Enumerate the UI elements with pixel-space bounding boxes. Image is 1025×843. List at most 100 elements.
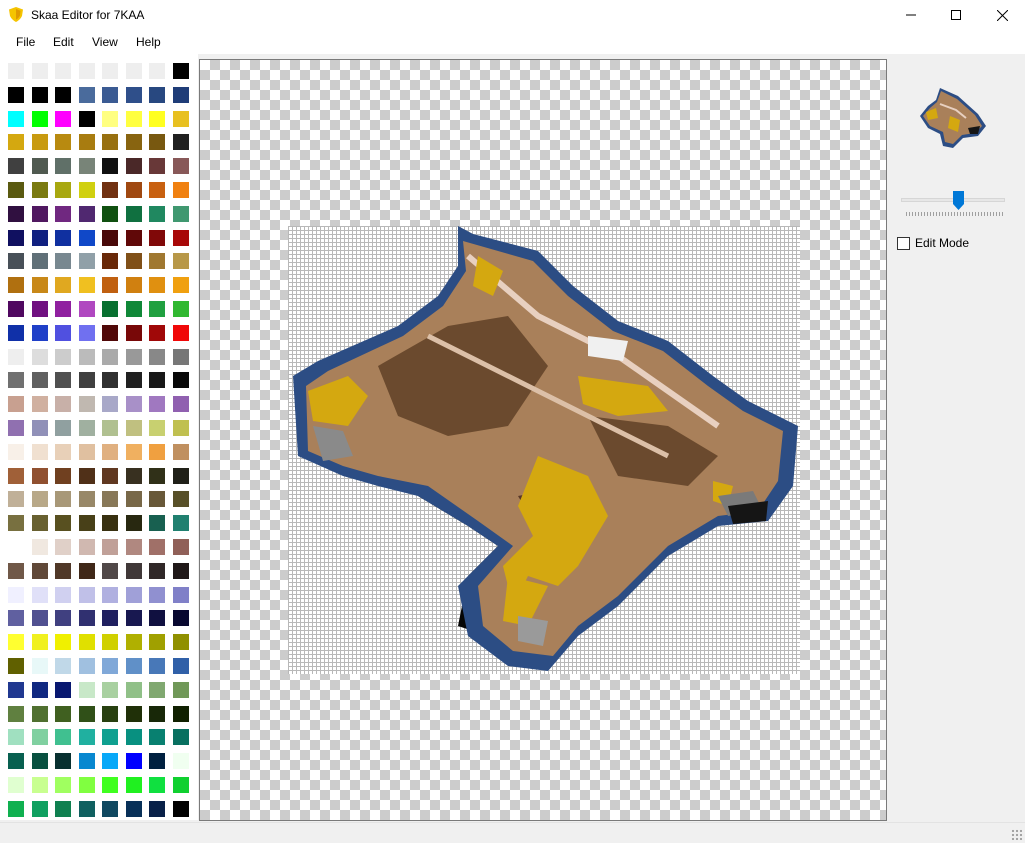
palette-swatch[interactable]: [172, 158, 189, 175]
palette-swatch[interactable]: [172, 800, 189, 817]
palette-swatch[interactable]: [125, 634, 142, 651]
palette-swatch[interactable]: [125, 658, 142, 674]
palette-swatch[interactable]: [55, 301, 71, 317]
palette-swatch[interactable]: [55, 134, 71, 151]
palette-swatch[interactable]: [149, 800, 165, 817]
palette-swatch[interactable]: [78, 539, 95, 555]
palette-swatch[interactable]: [78, 324, 95, 341]
palette-swatch[interactable]: [78, 253, 95, 270]
palette-swatch[interactable]: [78, 182, 95, 198]
palette-swatch[interactable]: [125, 586, 142, 603]
palette-swatch[interactable]: [55, 705, 71, 722]
palette-swatch[interactable]: [125, 610, 142, 627]
palette-swatch[interactable]: [125, 800, 142, 817]
palette-swatch[interactable]: [172, 301, 189, 317]
palette-swatch[interactable]: [31, 705, 48, 722]
palette-swatch[interactable]: [55, 182, 71, 198]
palette-swatch[interactable]: [149, 515, 165, 532]
palette-swatch[interactable]: [102, 443, 118, 460]
palette-swatch[interactable]: [31, 277, 48, 294]
palette-swatch[interactable]: [31, 229, 48, 246]
palette-swatch[interactable]: [78, 86, 95, 103]
palette-swatch[interactable]: [172, 610, 189, 627]
palette-swatch[interactable]: [125, 158, 142, 175]
palette-swatch[interactable]: [149, 110, 165, 127]
palette-swatch[interactable]: [102, 491, 118, 508]
edit-mode-checkbox[interactable]: [897, 237, 910, 250]
palette-swatch[interactable]: [149, 658, 165, 674]
palette-swatch[interactable]: [149, 348, 165, 365]
palette-swatch[interactable]: [55, 467, 71, 484]
palette-swatch[interactable]: [78, 681, 95, 698]
palette-swatch[interactable]: [172, 443, 189, 460]
palette-swatch[interactable]: [55, 800, 71, 817]
palette-swatch[interactable]: [149, 253, 165, 270]
palette-swatch[interactable]: [78, 634, 95, 651]
palette-swatch[interactable]: [8, 420, 24, 436]
palette-swatch[interactable]: [31, 491, 48, 508]
palette-swatch[interactable]: [8, 658, 24, 674]
palette-swatch[interactable]: [8, 610, 24, 627]
palette-swatch[interactable]: [55, 753, 71, 770]
palette-swatch[interactable]: [149, 86, 165, 103]
palette-swatch[interactable]: [8, 753, 24, 770]
palette-swatch[interactable]: [31, 777, 48, 793]
palette-swatch[interactable]: [149, 182, 165, 198]
palette-swatch[interactable]: [172, 182, 189, 198]
palette-swatch[interactable]: [149, 63, 165, 79]
palette-swatch[interactable]: [149, 277, 165, 294]
palette-swatch[interactable]: [149, 301, 165, 317]
palette-swatch[interactable]: [172, 205, 189, 222]
palette-swatch[interactable]: [125, 420, 142, 436]
palette-swatch[interactable]: [55, 372, 71, 389]
palette-swatch[interactable]: [125, 372, 142, 389]
palette-swatch[interactable]: [55, 348, 71, 365]
palette-swatch[interactable]: [55, 681, 71, 698]
palette-swatch[interactable]: [78, 467, 95, 484]
palette-swatch[interactable]: [78, 491, 95, 508]
palette-swatch[interactable]: [102, 253, 118, 270]
palette-swatch[interactable]: [78, 110, 95, 127]
palette-swatch[interactable]: [55, 443, 71, 460]
palette-swatch[interactable]: [31, 396, 48, 413]
palette-swatch[interactable]: [78, 396, 95, 413]
palette-swatch[interactable]: [8, 586, 24, 603]
palette-swatch[interactable]: [8, 729, 24, 746]
palette-swatch[interactable]: [172, 586, 189, 603]
palette-swatch[interactable]: [149, 586, 165, 603]
palette-swatch[interactable]: [125, 86, 142, 103]
palette-swatch[interactable]: [149, 753, 165, 770]
palette-swatch[interactable]: [125, 182, 142, 198]
palette-swatch[interactable]: [78, 372, 95, 389]
palette-swatch[interactable]: [55, 229, 71, 246]
sprite-canvas[interactable]: [199, 59, 887, 821]
palette-swatch[interactable]: [149, 729, 165, 746]
palette-swatch[interactable]: [55, 515, 71, 532]
palette-swatch[interactable]: [8, 63, 24, 79]
palette-swatch[interactable]: [149, 396, 165, 413]
palette-swatch[interactable]: [8, 324, 24, 341]
palette-swatch[interactable]: [78, 277, 95, 294]
palette-swatch[interactable]: [102, 729, 118, 746]
palette-swatch[interactable]: [31, 182, 48, 198]
palette-swatch[interactable]: [31, 539, 48, 555]
palette-swatch[interactable]: [125, 539, 142, 555]
palette-swatch[interactable]: [55, 491, 71, 508]
palette-swatch[interactable]: [102, 396, 118, 413]
palette-swatch[interactable]: [31, 420, 48, 436]
palette-swatch[interactable]: [125, 705, 142, 722]
palette-swatch[interactable]: [31, 301, 48, 317]
palette-swatch[interactable]: [31, 681, 48, 698]
edit-mode-label[interactable]: Edit Mode: [915, 236, 969, 250]
palette-swatch[interactable]: [172, 491, 189, 508]
palette-swatch[interactable]: [102, 205, 118, 222]
palette-swatch[interactable]: [31, 515, 48, 532]
palette-swatch[interactable]: [149, 324, 165, 341]
palette-swatch[interactable]: [149, 467, 165, 484]
palette-swatch[interactable]: [102, 753, 118, 770]
palette-swatch[interactable]: [102, 182, 118, 198]
palette-swatch[interactable]: [172, 396, 189, 413]
palette-swatch[interactable]: [102, 586, 118, 603]
palette-swatch[interactable]: [102, 705, 118, 722]
palette-swatch[interactable]: [172, 562, 189, 579]
